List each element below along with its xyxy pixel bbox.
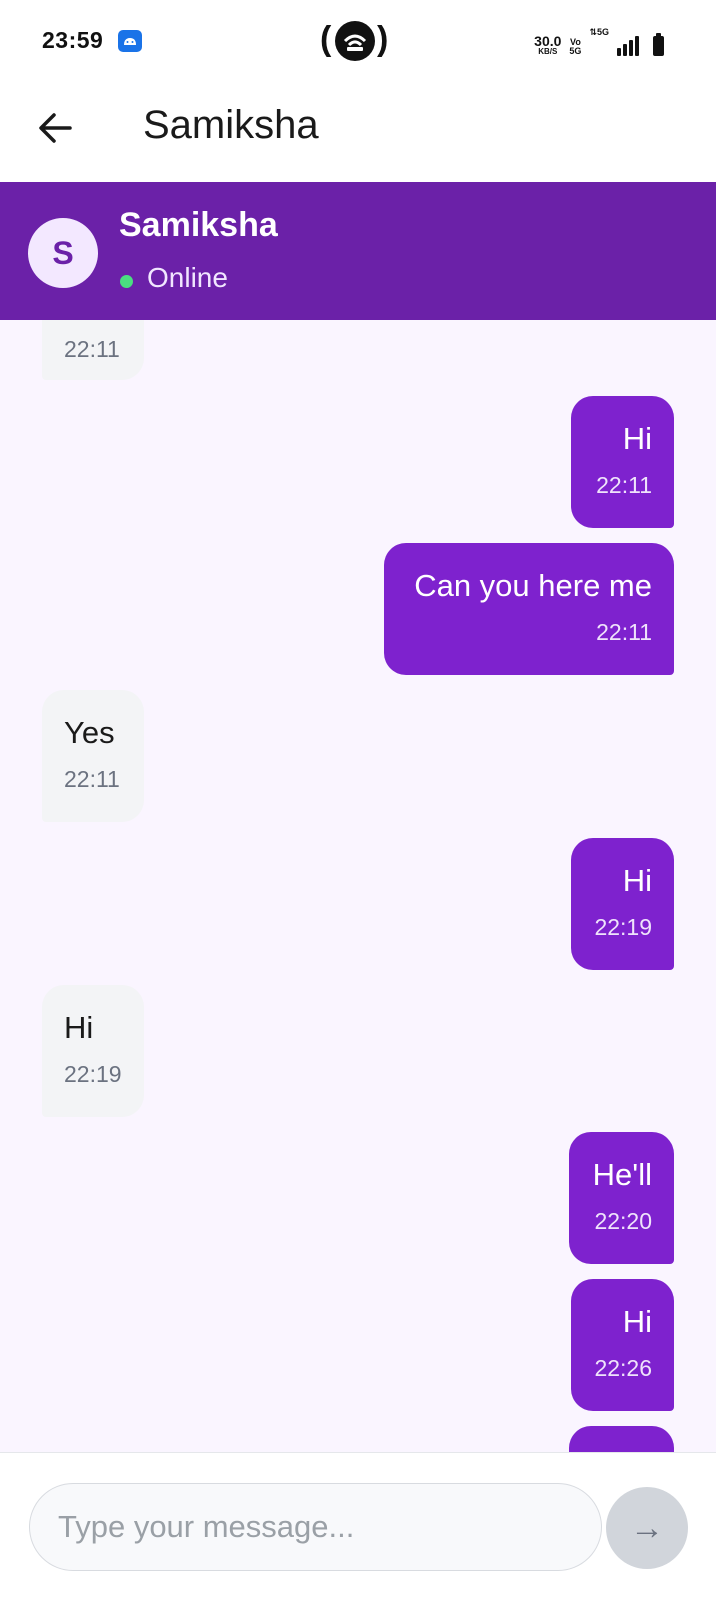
message-time: 22:20 <box>594 1208 652 1234</box>
online-status-dot <box>120 275 133 288</box>
message-time: 22:11 <box>64 766 120 792</box>
message-list[interactable]: 22:11 Hi 22:11 Can you here me 22:11 Yes… <box>0 320 716 1452</box>
message-time: 22:26 <box>594 1355 652 1381</box>
message-outgoing[interactable]: Hi 22:19 <box>571 838 674 970</box>
status-time: 23:59 <box>42 27 104 53</box>
send-button[interactable]: → <box>606 1487 688 1569</box>
android-app-icon <box>118 30 142 52</box>
message-time: 22:11 <box>64 336 120 362</box>
message-outgoing[interactable]: Hi 22:26 <box>571 1279 674 1411</box>
composer-bar: → <box>0 1452 716 1601</box>
arrow-left-icon <box>39 113 72 143</box>
message-text: Hi <box>64 1010 94 1045</box>
volte-indicator: Vo 5G <box>569 37 582 56</box>
status-bar: 23:59 ( ) 30.0 KB/S Vo 5G ⇅5G <box>0 0 716 80</box>
message-text: Yes <box>64 715 115 750</box>
app-bar: Samiksha <box>0 80 716 183</box>
message-text: He'll <box>592 1157 652 1192</box>
avatar[interactable]: S <box>28 218 98 288</box>
page-title: Samiksha <box>143 103 319 147</box>
status-indicators: 30.0 KB/S Vo 5G ⇅5G <box>534 26 664 56</box>
message-text: Hi <box>622 421 652 456</box>
arrow-right-icon: → <box>630 1508 664 1547</box>
message-incoming[interactable]: Yes 22:11 <box>42 690 144 822</box>
contact-name: Samiksha <box>119 206 278 244</box>
message-text: Can you here me <box>414 568 652 603</box>
message-outgoing[interactable]: Hi 22:11 <box>571 396 674 528</box>
back-button[interactable] <box>36 108 76 148</box>
battery-icon <box>653 33 664 56</box>
contact-header: S Samiksha Online <box>0 182 716 320</box>
message-outgoing[interactable] <box>569 1426 674 1452</box>
message-time: 22:19 <box>594 914 652 940</box>
message-outgoing[interactable]: Can you here me 22:11 <box>384 543 674 675</box>
message-incoming[interactable]: 22:11 <box>42 320 144 380</box>
network-speed: 30.0 KB/S <box>534 33 562 56</box>
network-type: ⇅5G <box>589 27 609 37</box>
message-text: Hi <box>622 1304 652 1339</box>
contact-status: Online <box>147 262 228 293</box>
message-time: 22:11 <box>596 619 652 645</box>
hotspot-icon: ( ) <box>320 18 392 64</box>
message-time: 22:19 <box>64 1061 122 1087</box>
message-input[interactable] <box>29 1483 602 1571</box>
message-time: 22:11 <box>596 472 652 498</box>
message-text: Hi <box>622 863 652 898</box>
message-incoming[interactable]: Hi 22:19 <box>42 985 144 1117</box>
message-outgoing[interactable]: He'll 22:20 <box>569 1132 674 1264</box>
signal-strength-icon <box>617 36 639 56</box>
